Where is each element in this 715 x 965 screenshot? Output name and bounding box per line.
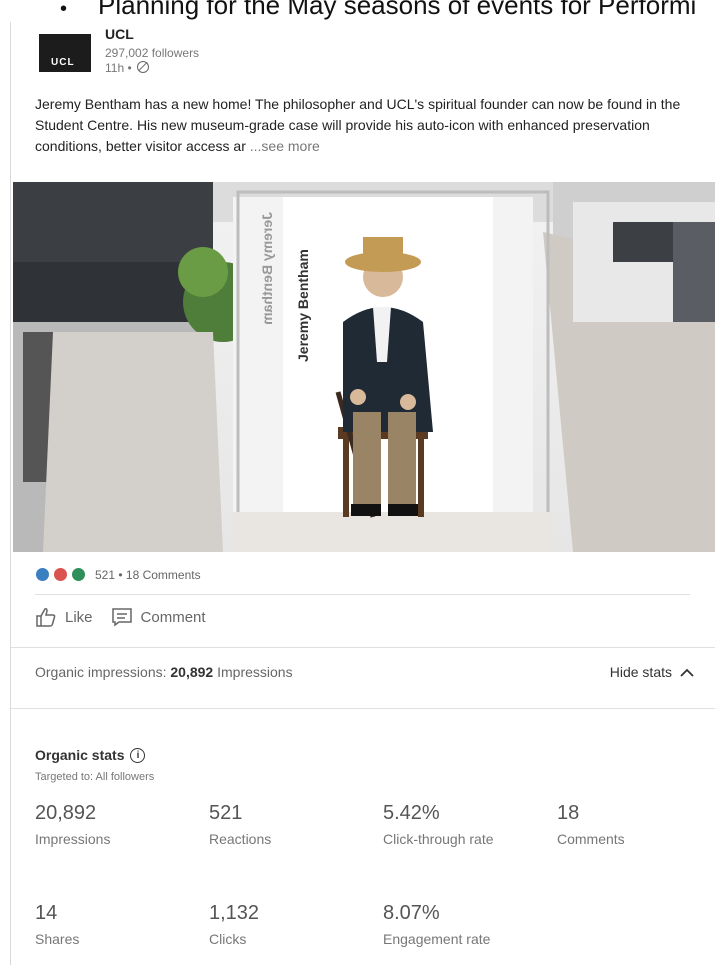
stat-label: Reactions bbox=[209, 831, 272, 847]
jeremy-bentham-photo bbox=[13, 182, 715, 552]
reactions-summary[interactable]: 521 • 18 Comments bbox=[35, 567, 201, 582]
stat-value: 5.42% bbox=[383, 802, 440, 824]
hide-stats-button[interactable]: Hide stats bbox=[610, 664, 694, 680]
stat-value: 8.07% bbox=[383, 902, 440, 924]
chevron-up-icon bbox=[680, 668, 694, 677]
see-more-link[interactable]: ...see more bbox=[250, 138, 320, 154]
stat-shares: 14 Shares bbox=[35, 902, 185, 949]
ucl-logo[interactable]: UCL bbox=[39, 34, 91, 72]
post-image[interactable]: Jeremy Bentham Jeremy Bentham bbox=[13, 182, 715, 552]
impressions-value: 20,892 bbox=[170, 664, 214, 680]
stat-impressions: 20,892 Impressions bbox=[35, 802, 185, 849]
divider bbox=[11, 647, 715, 648]
like-button[interactable]: Like bbox=[35, 607, 93, 627]
post-time-text: 11h • bbox=[105, 61, 132, 75]
divider bbox=[11, 708, 715, 709]
logo-text: UCL bbox=[51, 57, 75, 68]
stat-value: 14 bbox=[35, 902, 58, 924]
stat-click-through-rate: 5.42% Click-through rate bbox=[383, 802, 513, 849]
bullet-icon: • bbox=[60, 0, 68, 20]
love-reaction-icon bbox=[53, 567, 68, 582]
targeted-audience: Targeted to: All followers bbox=[35, 771, 155, 783]
name-sign: Jeremy Bentham bbox=[295, 249, 311, 362]
org-name[interactable]: UCL bbox=[105, 26, 134, 42]
stat-reactions: 521 Reactions bbox=[209, 802, 359, 849]
post-card: UCL UCL 297,002 followers 11h • Jeremy B… bbox=[10, 22, 715, 965]
insightful-reaction-icon bbox=[71, 567, 86, 582]
stat-label: Shares bbox=[35, 931, 80, 947]
post-actions: Like Comment bbox=[35, 607, 224, 627]
divider bbox=[35, 594, 690, 595]
post-text: Jeremy Bentham has a new home! The philo… bbox=[35, 94, 707, 157]
like-label: Like bbox=[65, 608, 93, 626]
stat-value: 521 bbox=[209, 802, 243, 824]
organic-stats-title: Organic stats i bbox=[35, 747, 146, 763]
impressions-unit: Impressions bbox=[217, 664, 293, 680]
thumbs-up-icon bbox=[36, 608, 56, 627]
impressions-label: Organic impressions: bbox=[35, 664, 167, 680]
stat-value: 1,132 bbox=[209, 902, 260, 924]
post-body: Jeremy Bentham has a new home! The philo… bbox=[35, 96, 681, 154]
follower-count: 297,002 followers bbox=[105, 46, 200, 60]
stat-value: 20,892 bbox=[35, 802, 97, 824]
post-time: 11h • bbox=[105, 60, 150, 75]
document-text: Planning for the May seasons of events f… bbox=[98, 0, 697, 20]
public-visibility-icon bbox=[137, 61, 150, 73]
organic-impressions: Organic impressions: 20,892 Impressions bbox=[35, 664, 293, 680]
comment-label: Comment bbox=[140, 608, 206, 626]
stat-label: Impressions bbox=[35, 831, 111, 847]
comment-button[interactable]: Comment bbox=[111, 607, 206, 627]
stat-value: 18 bbox=[557, 802, 580, 824]
hide-stats-label: Hide stats bbox=[609, 664, 672, 680]
like-reaction-icon bbox=[35, 567, 50, 582]
stat-engagement-rate: 8.07% Engagement rate bbox=[383, 902, 553, 949]
organic-stats-label: Organic stats bbox=[35, 747, 125, 763]
stat-comments: 18 Comments bbox=[557, 802, 707, 849]
stat-label: Click-through rate bbox=[383, 831, 494, 847]
stat-clicks: 1,132 Clicks bbox=[209, 902, 359, 949]
reactions-text: 521 • 18 Comments bbox=[95, 567, 201, 582]
stat-label: Clicks bbox=[209, 931, 247, 947]
comment-icon bbox=[111, 608, 132, 627]
stat-label: Engagement rate bbox=[383, 931, 491, 947]
info-icon[interactable]: i bbox=[130, 747, 146, 763]
name-sign-mirror: Jeremy Bentham bbox=[259, 212, 275, 325]
stat-label: Comments bbox=[557, 831, 625, 847]
